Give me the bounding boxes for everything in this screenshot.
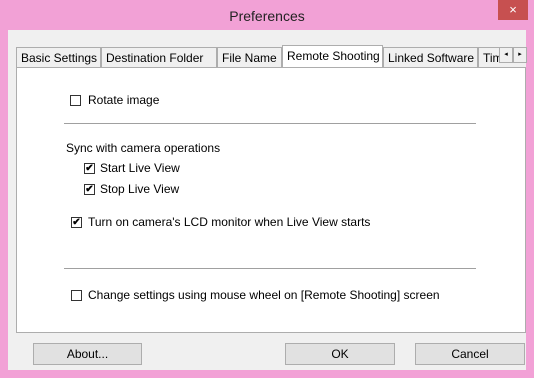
ok-button[interactable]: OK — [285, 343, 395, 365]
check-icon: ✔ — [85, 184, 94, 195]
lcd-monitor-label[interactable]: Turn on camera's LCD monitor when Live V… — [88, 215, 370, 229]
check-icon: ✔ — [72, 217, 81, 228]
lcd-monitor-checkbox[interactable]: ✔ — [71, 217, 82, 228]
rotate-image-label[interactable]: Rotate image — [88, 93, 159, 107]
remote-shooting-panel: Rotate image Sync with camera operations… — [16, 67, 526, 333]
chevron-right-icon: ▸ — [518, 51, 522, 58]
tab-linked-software[interactable]: Linked Software — [383, 47, 478, 67]
separator — [64, 123, 476, 124]
start-live-view-checkbox[interactable]: ✔ — [84, 163, 95, 174]
stop-live-view-checkbox[interactable]: ✔ — [84, 184, 95, 195]
chevron-left-icon: ◂ — [504, 51, 508, 58]
sync-heading: Sync with camera operations — [66, 141, 221, 155]
close-icon: × — [509, 2, 517, 17]
about-button[interactable]: About... — [33, 343, 142, 365]
rotate-image-checkbox[interactable] — [70, 95, 81, 106]
cancel-button[interactable]: Cancel — [415, 343, 525, 365]
tab-basic-settings[interactable]: Basic Settings — [16, 47, 101, 67]
close-button[interactable]: × — [498, 0, 528, 20]
tab-file-name[interactable]: File Name — [217, 47, 282, 67]
tab-scroll-left-button[interactable]: ◂ — [499, 47, 513, 63]
tab-destination-folder[interactable]: Destination Folder — [101, 47, 217, 67]
preferences-window: Preferences × Basic Settings Destination… — [0, 0, 534, 378]
title-bar[interactable]: Preferences × — [0, 0, 534, 30]
separator — [64, 268, 476, 269]
start-live-view-label[interactable]: Start Live View — [100, 161, 180, 175]
tab-scroll-arrows: ◂ ▸ — [499, 47, 527, 63]
mouse-wheel-label[interactable]: Change settings using mouse wheel on [Re… — [88, 288, 440, 302]
mouse-wheel-checkbox[interactable] — [71, 290, 82, 301]
tab-strip: Basic Settings Destination Folder File N… — [16, 45, 519, 67]
stop-live-view-label[interactable]: Stop Live View — [100, 182, 179, 196]
window-title: Preferences — [229, 8, 305, 24]
tab-scroll-right-button[interactable]: ▸ — [513, 47, 527, 63]
tab-remote-shooting[interactable]: Remote Shooting — [282, 45, 383, 67]
check-icon: ✔ — [85, 163, 94, 174]
